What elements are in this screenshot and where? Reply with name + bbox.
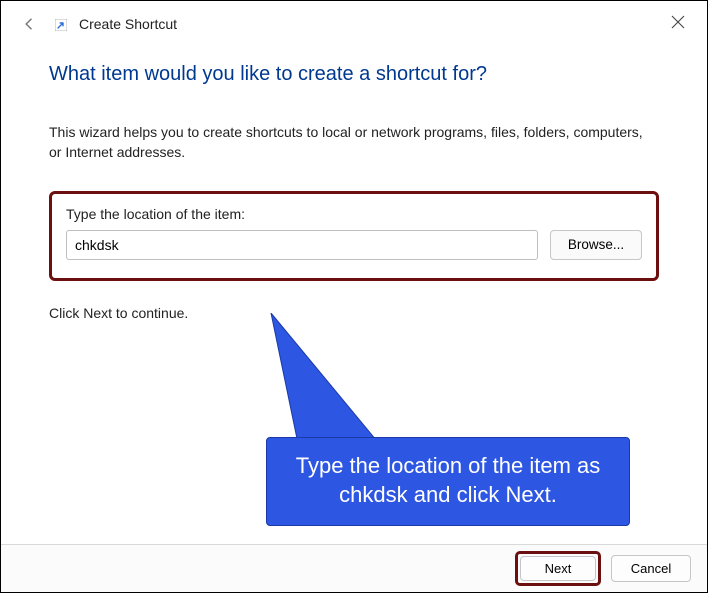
back-arrow-icon[interactable] [21, 15, 39, 33]
location-input[interactable] [66, 230, 538, 260]
wizard-content: What item would you like to create a sho… [1, 43, 707, 321]
window-title: Create Shortcut [79, 16, 177, 32]
annotation-callout: Type the location of the item as chkdsk … [266, 437, 630, 526]
wizard-description: This wizard helps you to create shortcut… [49, 122, 659, 163]
browse-button[interactable]: Browse... [550, 230, 642, 260]
shortcut-icon [55, 17, 69, 31]
close-icon[interactable] [671, 15, 685, 29]
wizard-footer: Next Cancel [1, 544, 707, 592]
location-label: Type the location of the item: [66, 206, 642, 222]
page-heading: What item would you like to create a sho… [49, 63, 659, 86]
next-button[interactable]: Next [520, 556, 596, 581]
next-button-highlight: Next [515, 551, 601, 586]
titlebar: Create Shortcut [1, 1, 707, 43]
continue-hint: Click Next to continue. [49, 305, 659, 321]
cancel-button[interactable]: Cancel [611, 555, 691, 582]
location-highlight: Type the location of the item: Browse... [49, 191, 659, 281]
